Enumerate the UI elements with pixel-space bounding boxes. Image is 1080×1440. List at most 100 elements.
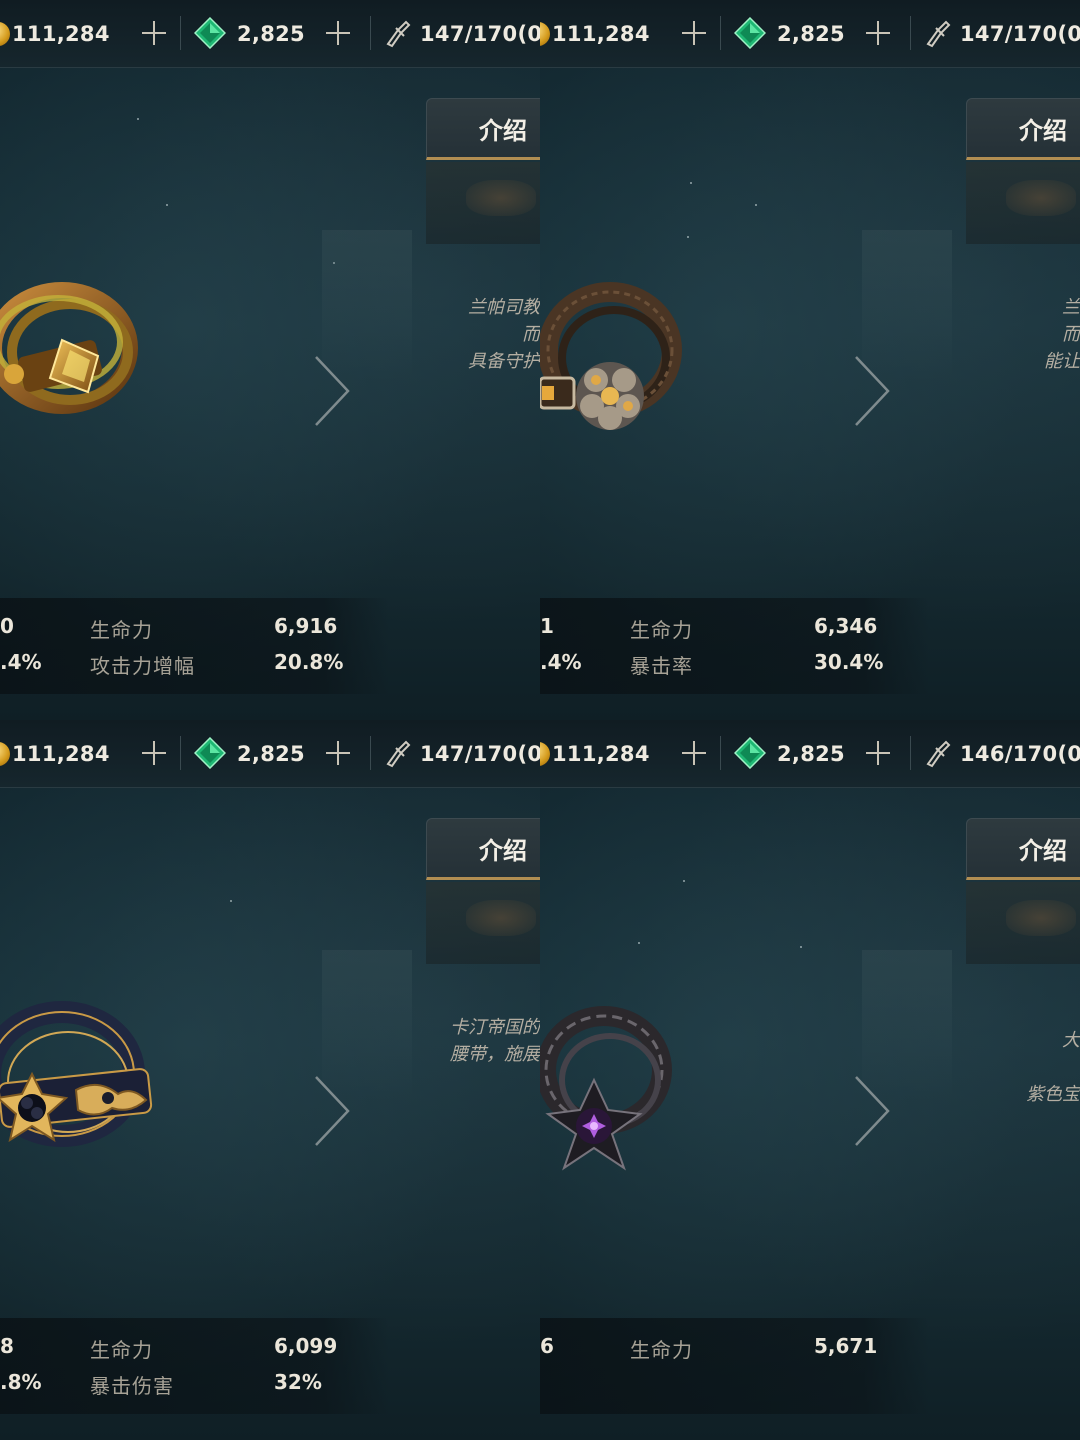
divider bbox=[720, 16, 721, 50]
tab-intro[interactable]: 介绍 bbox=[426, 818, 540, 880]
gold-amount: 111,284 bbox=[552, 22, 650, 46]
stat-value: 6,099 bbox=[274, 1334, 338, 1358]
next-item-arrow[interactable] bbox=[300, 1075, 360, 1147]
stamina-icon bbox=[926, 20, 951, 48]
description-line: 而 bbox=[522, 324, 540, 345]
stat-value-clipped: .8% bbox=[0, 1370, 42, 1394]
stats-bar bbox=[540, 1318, 1080, 1414]
item-description: 兰帕司教 而 具备守护 bbox=[440, 294, 540, 375]
description-line: 兰 bbox=[1062, 297, 1080, 318]
gold-belt-icon bbox=[0, 282, 138, 414]
gold-coin-icon bbox=[540, 742, 550, 766]
stat-name: 生命力 bbox=[630, 618, 693, 642]
gem-amount: 2,825 bbox=[237, 22, 305, 46]
tab-intro-label: 介绍 bbox=[1019, 837, 1067, 865]
divider bbox=[180, 16, 181, 50]
screenshot-collage: 111,284 2,825 147/170(02 介绍 兰帕司教 而 具备守护 bbox=[0, 0, 1080, 1440]
stat-name: 暴击伤害 bbox=[90, 1374, 174, 1398]
next-item-arrow[interactable] bbox=[840, 1075, 900, 1147]
gem-icon bbox=[734, 737, 766, 769]
currency-bar: 111,284 2,825 147/170(02 bbox=[540, 0, 1080, 68]
stat-value-clipped: 6 bbox=[540, 1334, 554, 1358]
item-panel-3: 111,284 2,825 147/170(02 介绍 卡汀帝国的 腰带，施展 bbox=[0, 720, 540, 1440]
stat-value: 6,916 bbox=[274, 614, 338, 638]
description-line: 具备守护 bbox=[468, 351, 540, 372]
divider bbox=[910, 16, 911, 50]
stat-name: 生命力 bbox=[90, 1338, 153, 1362]
stat-name: 生命力 bbox=[630, 1338, 693, 1362]
gold-coin-icon bbox=[0, 22, 10, 46]
stat-value-clipped: .4% bbox=[0, 650, 42, 674]
gem-amount: 2,825 bbox=[777, 742, 845, 766]
stat-value-clipped: 8 bbox=[0, 1334, 14, 1358]
tab-intro[interactable]: 介绍 bbox=[426, 98, 540, 160]
gem-amount: 2,825 bbox=[237, 742, 305, 766]
currency-bar: 111,284 2,825 147/170(02 bbox=[0, 0, 540, 68]
divider bbox=[720, 736, 721, 770]
description-line: 能让 bbox=[1044, 351, 1080, 372]
tab-intro-label: 介绍 bbox=[1019, 117, 1067, 145]
stamina-amount: 147/170(02 bbox=[960, 22, 1080, 46]
item-panel-2: 111,284 2,825 147/170(02 介绍 兰 而 能让 bbox=[540, 0, 1080, 720]
add-gem-button[interactable] bbox=[864, 19, 892, 47]
description-line: 大 bbox=[1062, 1030, 1080, 1051]
add-gold-button[interactable] bbox=[680, 739, 708, 767]
gold-coin-icon bbox=[540, 22, 550, 46]
tab-intro-label: 介绍 bbox=[479, 117, 527, 145]
stat-value-clipped: 0 bbox=[0, 614, 14, 638]
add-gold-button[interactable] bbox=[140, 19, 168, 47]
stats-bar bbox=[0, 1318, 540, 1414]
divider bbox=[180, 736, 181, 770]
description-line: 而 bbox=[1062, 324, 1080, 345]
stat-name: 暴击率 bbox=[630, 654, 693, 678]
gold-coin-icon bbox=[0, 742, 10, 766]
tab-intro-label: 介绍 bbox=[479, 837, 527, 865]
stamina-icon bbox=[386, 740, 411, 768]
gold-amount: 111,284 bbox=[12, 742, 110, 766]
stamina-icon bbox=[926, 740, 951, 768]
add-gold-button[interactable] bbox=[140, 739, 168, 767]
item-panel-1: 111,284 2,825 147/170(02 介绍 兰帕司教 而 具备守护 bbox=[0, 0, 540, 720]
description-line: 腰带，施展 bbox=[450, 1044, 540, 1065]
stat-name: 生命力 bbox=[90, 618, 153, 642]
description-line: 兰帕司教 bbox=[468, 297, 540, 318]
currency-bar: 111,284 2,825 147/170(02 bbox=[0, 720, 540, 788]
add-gem-button[interactable] bbox=[324, 739, 352, 767]
add-gold-button[interactable] bbox=[680, 19, 708, 47]
intro-thumbnail bbox=[426, 162, 540, 244]
item-description: 卡汀帝国的 腰带，施展 bbox=[430, 1014, 540, 1068]
stat-value-clipped: 1 bbox=[540, 614, 554, 638]
stat-value: 30.4% bbox=[814, 650, 884, 674]
stat-name: 攻击力增幅 bbox=[90, 654, 195, 678]
description-line: 卡汀帝国的 bbox=[450, 1017, 540, 1038]
add-gem-button[interactable] bbox=[864, 739, 892, 767]
tab-intro[interactable]: 介绍 bbox=[966, 818, 1080, 880]
add-gem-button[interactable] bbox=[324, 19, 352, 47]
item-panel-4: 111,284 2,825 146/170(04 介绍 大 紫色宝 bbox=[540, 720, 1080, 1440]
item-description: 兰 而 能让 bbox=[1020, 294, 1080, 375]
navy-gold-belt-icon bbox=[0, 1001, 153, 1147]
gem-amount: 2,825 bbox=[777, 22, 845, 46]
dark-purple-belt-icon bbox=[540, 1006, 672, 1171]
stamina-amount: 147/170(02 bbox=[420, 742, 540, 766]
gold-amount: 111,284 bbox=[12, 22, 110, 46]
stat-value: 5,671 bbox=[814, 1334, 878, 1358]
divider bbox=[370, 16, 371, 50]
stat-value: 32% bbox=[274, 1370, 322, 1394]
tab-intro[interactable]: 介绍 bbox=[966, 98, 1080, 160]
stats-bar bbox=[540, 598, 1080, 694]
stamina-amount: 147/170(02 bbox=[420, 22, 540, 46]
stats-bar bbox=[0, 598, 540, 694]
description-line: 紫色宝 bbox=[1026, 1084, 1080, 1105]
intro-thumbnail bbox=[966, 162, 1080, 244]
intro-thumbnail bbox=[426, 882, 540, 964]
next-item-arrow[interactable] bbox=[840, 355, 900, 427]
stat-value-clipped: .4% bbox=[540, 650, 582, 674]
stamina-icon bbox=[386, 20, 411, 48]
next-item-arrow[interactable] bbox=[300, 355, 360, 427]
gem-icon bbox=[194, 737, 226, 769]
gem-icon bbox=[194, 17, 226, 49]
stat-value: 20.8% bbox=[274, 650, 344, 674]
item-description: 大 紫色宝 bbox=[1010, 1014, 1080, 1122]
stat-value: 6,346 bbox=[814, 614, 878, 638]
